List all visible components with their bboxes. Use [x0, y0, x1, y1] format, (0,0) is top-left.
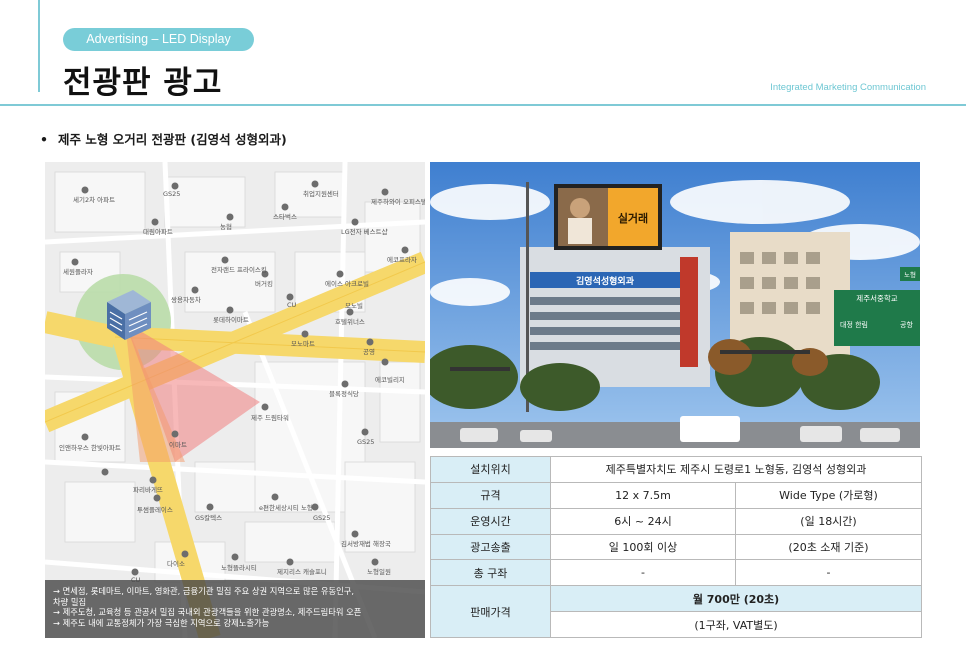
location-text: 제주특별자치도 제주시 도령로1 노형동, 김영석 성형외과 — [605, 463, 867, 477]
size-value: 12 x 7.5m — [550, 481, 736, 509]
building-sign: 김영석성형외과 — [576, 275, 635, 287]
header-divider — [0, 104, 966, 106]
category-pill: Advertising – LED Display — [63, 28, 254, 51]
map-label: 전자랜드 프라이스킹 — [211, 266, 267, 274]
map-label: 제주하와이 오피스텔 — [371, 198, 425, 206]
price-value: 월 700만 (20초) — [550, 585, 922, 613]
billboard-text: 실거래 — [618, 211, 648, 225]
map-label: 노형일원 — [367, 568, 391, 576]
map-label: GS25 — [313, 514, 331, 522]
map-label: 공영 — [363, 348, 375, 356]
map-label: 모노빌 — [345, 302, 363, 310]
table-row: 설치위치 제주특별자치도 제주시 도령로1 노형동, 김영석 성형외과 — [430, 456, 922, 483]
tagline: Integrated Marketing Communication — [770, 82, 926, 93]
map-label: 쌍용자동차 — [171, 296, 201, 304]
map-label: 김서방재법 해장국 — [341, 540, 391, 548]
map-label: 에코프라자 — [387, 256, 417, 264]
header-accent-bar — [38, 0, 40, 92]
hours-value: 6시 ~ 24시 — [550, 507, 736, 535]
map-label: 에코빌리지 — [375, 376, 405, 384]
corner-sign: 노형 — [904, 271, 916, 279]
map-label: 취업지원센터 — [303, 190, 339, 198]
row-label-hours: 운영시간 — [430, 507, 551, 535]
page-title: 전광판 광고 — [63, 65, 223, 101]
map-label: 이마트 — [169, 441, 187, 449]
map-label: 농협 — [220, 223, 232, 231]
road-sign-left: 대정 한림 — [840, 320, 868, 329]
map-label: e편한세상시티 노형 — [259, 504, 313, 512]
table-row: 운영시간 6시 ~ 24시 (일 18시간) — [430, 507, 922, 535]
map-note-line: 차량 밀집 — [53, 596, 87, 607]
slots-value: - — [550, 559, 736, 587]
billboard-photo-graphic: 김영석성형외과 실거래 제주서중학교 대정 한림 공항 노형 — [430, 162, 920, 448]
row-label-location: 설치위치 — [430, 456, 551, 483]
location-map: 세기2차 아파트 GS25 취업지원센터 제주하와이 오피스텔 대림아파트 농협… — [45, 162, 425, 638]
ad-info-table: 설치위치 제주특별자치도 제주시 도령로1 노형동, 김영석 성형외과 규격 1… — [430, 456, 922, 638]
map-note-line: → 제주도청, 교육청 등 관공서 밀집 국내외 관광객들을 위한 관광명소, … — [53, 607, 362, 617]
road-sign-title: 제주서중학교 — [856, 293, 897, 303]
map-label: GS25 — [357, 438, 375, 446]
map-label: 에이스 아크로빌 — [325, 280, 369, 288]
map-note-line: → 제주도 내에 교통정체가 가장 극심한 지역으로 강제노출가능 — [53, 617, 270, 628]
map-label: CU — [287, 301, 297, 309]
map-label: 제지리스 캐슬포니 — [277, 568, 327, 576]
map-label: 파리바게뜨 — [133, 486, 163, 494]
location-value: 제주특별자치도 제주시 도령로1 노형동, 김영석 성형외과 — [550, 456, 922, 483]
map-label: 블록정식당 — [329, 390, 359, 398]
row-label-broadcast: 광고송출 — [430, 533, 551, 561]
map-label: 세기2차 아파트 — [73, 196, 116, 204]
map-label: GS25 — [163, 190, 181, 198]
bullet-icon: • — [40, 132, 48, 147]
row-label-size: 규격 — [430, 481, 551, 509]
map-label: 인앤하우스 한빛아파트 — [59, 444, 121, 452]
map-label: 세원플라자 — [63, 268, 93, 276]
size-type: Wide Type (가로형) — [735, 481, 922, 509]
map-label: 다이소 — [167, 560, 185, 568]
price-note: (1구좌, VAT별도) — [550, 611, 922, 638]
table-row: 총 구좌 - - — [430, 559, 922, 587]
map-label: 제주 드림타워 — [251, 414, 289, 422]
slots-note: - — [735, 559, 922, 587]
broadcast-value: 일 100회 이상 — [550, 533, 736, 561]
row-label-slots: 총 구좌 — [430, 559, 551, 587]
hours-note: (일 18시간) — [735, 507, 922, 535]
map-label: 노형뜰라시티 — [221, 564, 257, 572]
broadcast-note: (20초 소재 기준) — [735, 533, 922, 561]
map-label: GS칼텍스 — [195, 514, 223, 522]
billboard-photo: 김영석성형외과 실거래 제주서중학교 대정 한림 공항 노형 — [430, 162, 920, 448]
map-note-line: → 면세점, 롯데마트, 이마트, 영화관, 금융기관 밀집 주요 상권 지역으… — [53, 586, 355, 596]
map-label: 롯데하이마트 — [213, 316, 249, 324]
map-label: LG전자 베스트샵 — [341, 228, 388, 236]
section-heading: • 제주 노형 오거리 전광판 (김영석 성형외과) — [40, 129, 287, 148]
map-label: 대림아파트 — [143, 228, 173, 236]
table-row: 규격 12 x 7.5m Wide Type (가로형) — [430, 481, 922, 509]
table-row: 광고송출 일 100회 이상 (20초 소재 기준) — [430, 533, 922, 561]
map-label: 버거킹 — [255, 280, 273, 288]
row-label-price: 판매가격 — [430, 585, 551, 638]
map-label: 모노마트 — [291, 340, 315, 348]
map-notes: → 면세점, 롯데마트, 이마트, 영화관, 금융기관 밀집 주요 상권 지역으… — [45, 580, 425, 638]
section-heading-text: 제주 노형 오거리 전광판 (김영석 성형외과) — [58, 132, 287, 147]
map-label: 투썸플레이스 — [137, 506, 173, 514]
table-row: 판매가격 월 700만 (20초) — [430, 585, 922, 638]
map-label: 스타벅스 — [273, 213, 297, 221]
road-sign-right: 공항 — [900, 320, 913, 329]
map-label: 호텔위너스 — [335, 318, 365, 326]
